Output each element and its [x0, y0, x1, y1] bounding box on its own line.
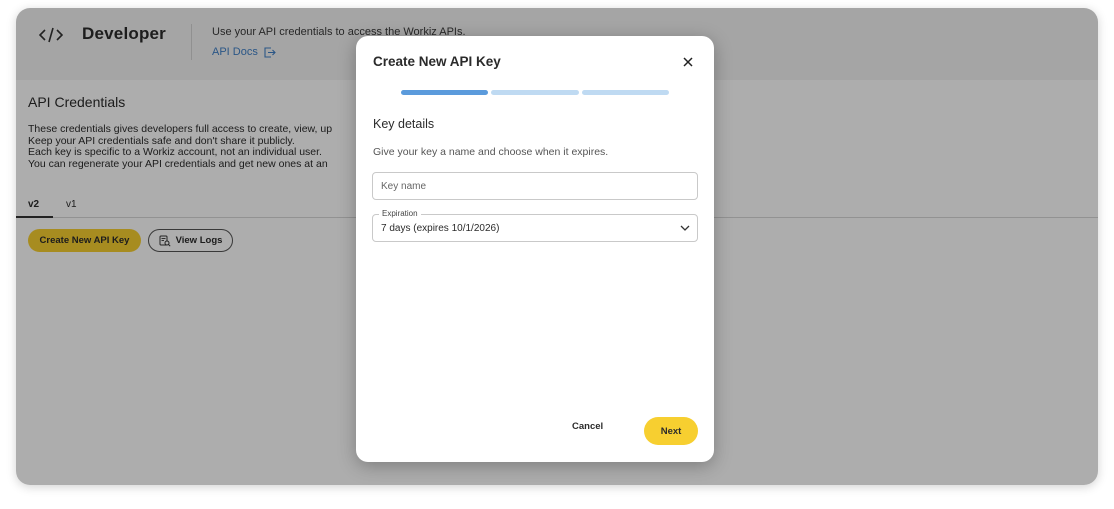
chevron-down-icon — [680, 225, 690, 231]
progress-step-1 — [401, 90, 489, 95]
dialog-title: Create New API Key — [373, 54, 501, 69]
expiration-select[interactable]: Expiration 7 days (expires 10/1/2026) — [372, 209, 698, 242]
step-title: Key details — [373, 117, 435, 131]
create-api-key-dialog: Create New API Key Key details Give your… — [356, 36, 714, 462]
progress-step-2 — [491, 90, 579, 95]
expiration-value: 7 days (expires 10/1/2026) — [381, 223, 500, 234]
step-progress — [401, 90, 669, 95]
cancel-button[interactable]: Cancel — [572, 421, 603, 432]
step-subtitle: Give your key a name and choose when it … — [373, 146, 609, 158]
key-name-input[interactable] — [372, 172, 698, 200]
progress-step-3 — [581, 90, 669, 95]
close-icon[interactable] — [681, 55, 695, 69]
expiration-label: Expiration — [379, 209, 421, 218]
next-button[interactable]: Next — [644, 417, 698, 445]
